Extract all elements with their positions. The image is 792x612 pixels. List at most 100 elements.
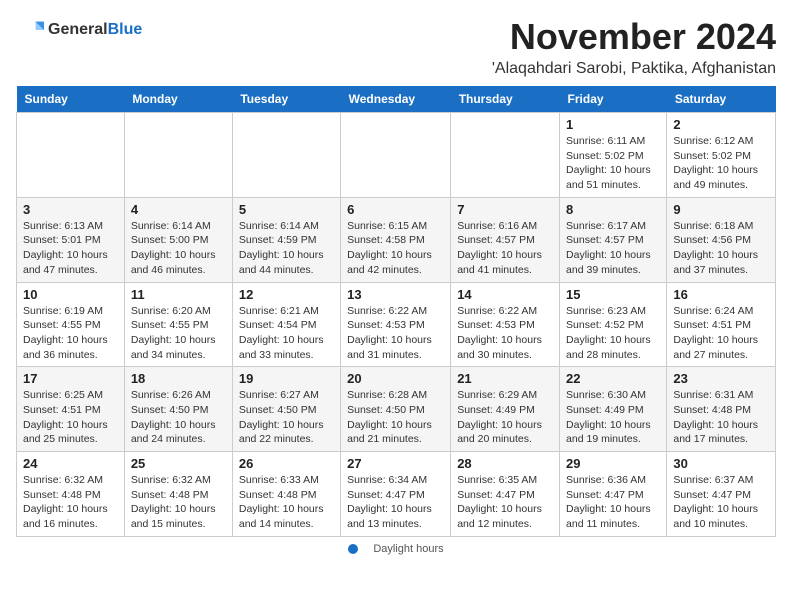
calendar-cell: 10 Sunrise: 6:19 AM Sunset: 4:55 PM Dayli… [17, 282, 125, 367]
daylight-label: Daylight hours [373, 543, 443, 555]
day-number: 25 [131, 456, 226, 471]
day-info: Sunrise: 6:30 AM Sunset: 4:49 PM Dayligh… [566, 388, 660, 447]
calendar-cell: 18Sunrise: 6:26 AM Sunset: 4:50 PM Dayli… [124, 367, 232, 452]
calendar-cell: 14Sunrise: 6:22 AM Sunset: 4:53 PM Dayli… [451, 282, 560, 367]
logo-blue: Blue [108, 21, 143, 38]
calendar-week-row: 17 Sunrise: 6:25 AM Sunset: 4:51 PM Dayli… [17, 367, 776, 452]
day-number: 22 [566, 371, 660, 386]
day-info: Sunrise: 6:13 AM Sunset: 5:01 PM Dayligh… [23, 219, 118, 278]
day-info: Sunrise: 6:17 AM Sunset: 4:57 PM Dayligh… [566, 219, 660, 278]
day-info: Sunrise: 6:14 AM Sunset: 5:00 PM Dayligh… [131, 219, 226, 278]
calendar-cell: 27Sunrise: 6:34 AM Sunset: 4:47 PM Dayli… [341, 452, 451, 537]
day-number: 3 [23, 202, 118, 217]
calendar-cell [124, 113, 232, 198]
day-number: 10 [23, 287, 118, 302]
weekday-header-friday: Friday [560, 86, 667, 113]
day-number: 15 [566, 287, 660, 302]
calendar-cell: 22 Sunrise: 6:30 AM Sunset: 4:49 PM Dayli… [560, 367, 667, 452]
day-number: 19 [239, 371, 334, 386]
day-info: Sunrise: 6:27 AM Sunset: 4:50 PM Dayligh… [239, 388, 334, 447]
weekday-header-sunday: Sunday [17, 86, 125, 113]
day-info: Sunrise: 6:23 AM Sunset: 4:52 PM Dayligh… [566, 304, 660, 363]
day-number: 21 [457, 371, 553, 386]
calendar-cell: 13 Sunrise: 6:22 AM Sunset: 4:53 PM Dayli… [341, 282, 451, 367]
calendar-cell: 30 Sunrise: 6:37 AM Sunset: 4:47 PM Dayli… [667, 452, 776, 537]
logo-text: GeneralBlue [48, 20, 142, 39]
weekday-header-monday: Monday [124, 86, 232, 113]
day-info: Sunrise: 6:32 AM Sunset: 4:48 PM Dayligh… [131, 473, 226, 532]
day-info: Sunrise: 6:22 AM Sunset: 4:53 PM Dayligh… [457, 304, 553, 363]
calendar-cell: 19 Sunrise: 6:27 AM Sunset: 4:50 PM Dayli… [232, 367, 340, 452]
calendar-cell: 23 Sunrise: 6:31 AM Sunset: 4:48 PM Dayli… [667, 367, 776, 452]
day-number: 11 [131, 287, 226, 302]
footer-note: Daylight hours [16, 543, 776, 555]
calendar-cell: 17 Sunrise: 6:25 AM Sunset: 4:51 PM Dayli… [17, 367, 125, 452]
day-number: 17 [23, 371, 118, 386]
calendar-cell: 1Sunrise: 6:11 AM Sunset: 5:02 PM Daylig… [560, 113, 667, 198]
day-info: Sunrise: 6:16 AM Sunset: 4:57 PM Dayligh… [457, 219, 553, 278]
location-title: 'Alaqahdari Sarobi, Paktika, Afghanistan [492, 60, 776, 78]
calendar-cell: 5Sunrise: 6:14 AM Sunset: 4:59 PM Daylig… [232, 197, 340, 282]
day-info: Sunrise: 6:25 AM Sunset: 4:51 PM Dayligh… [23, 388, 118, 447]
calendar-cell: 26Sunrise: 6:33 AM Sunset: 4:48 PM Dayli… [232, 452, 340, 537]
day-number: 24 [23, 456, 118, 471]
day-number: 12 [239, 287, 334, 302]
day-number: 13 [347, 287, 444, 302]
calendar-week-row: 10 Sunrise: 6:19 AM Sunset: 4:55 PM Dayli… [17, 282, 776, 367]
logo-icon [16, 16, 44, 44]
calendar-cell [232, 113, 340, 198]
calendar-cell: 3 Sunrise: 6:13 AM Sunset: 5:01 PM Daylig… [17, 197, 125, 282]
calendar-cell: 25 Sunrise: 6:32 AM Sunset: 4:48 PM Dayli… [124, 452, 232, 537]
day-number: 30 [673, 456, 769, 471]
day-number: 4 [131, 202, 226, 217]
day-info: Sunrise: 6:24 AM Sunset: 4:51 PM Dayligh… [673, 304, 769, 363]
day-info: Sunrise: 6:19 AM Sunset: 4:55 PM Dayligh… [23, 304, 118, 363]
day-number: 8 [566, 202, 660, 217]
calendar-cell [341, 113, 451, 198]
calendar-cell: 11 Sunrise: 6:20 AM Sunset: 4:55 PM Dayli… [124, 282, 232, 367]
day-number: 18 [131, 371, 226, 386]
weekday-header-wednesday: Wednesday [341, 86, 451, 113]
calendar-cell [451, 113, 560, 198]
calendar-cell [17, 113, 125, 198]
calendar-cell: 15 Sunrise: 6:23 AM Sunset: 4:52 PM Dayli… [560, 282, 667, 367]
day-number: 2 [673, 117, 769, 132]
day-info: Sunrise: 6:29 AM Sunset: 4:49 PM Dayligh… [457, 388, 553, 447]
calendar-week-row: 24 Sunrise: 6:32 AM Sunset: 4:48 PM Dayli… [17, 452, 776, 537]
logo: GeneralBlue [16, 16, 142, 44]
day-info: Sunrise: 6:21 AM Sunset: 4:54 PM Dayligh… [239, 304, 334, 363]
day-number: 9 [673, 202, 769, 217]
title-section: November 2024 'Alaqahdari Sarobi, Paktik… [492, 16, 776, 78]
day-number: 27 [347, 456, 444, 471]
day-info: Sunrise: 6:22 AM Sunset: 4:53 PM Dayligh… [347, 304, 444, 363]
day-number: 20 [347, 371, 444, 386]
calendar-cell: 12 Sunrise: 6:21 AM Sunset: 4:54 PM Dayli… [232, 282, 340, 367]
day-info: Sunrise: 6:31 AM Sunset: 4:48 PM Dayligh… [673, 388, 769, 447]
day-number: 16 [673, 287, 769, 302]
calendar-week-row: 1Sunrise: 6:11 AM Sunset: 5:02 PM Daylig… [17, 113, 776, 198]
day-info: Sunrise: 6:20 AM Sunset: 4:55 PM Dayligh… [131, 304, 226, 363]
calendar-cell: 6Sunrise: 6:15 AM Sunset: 4:58 PM Daylig… [341, 197, 451, 282]
day-info: Sunrise: 6:11 AM Sunset: 5:02 PM Dayligh… [566, 134, 660, 193]
day-info: Sunrise: 6:37 AM Sunset: 4:47 PM Dayligh… [673, 473, 769, 532]
weekday-header-saturday: Saturday [667, 86, 776, 113]
calendar-cell: 7 Sunrise: 6:16 AM Sunset: 4:57 PM Daylig… [451, 197, 560, 282]
weekday-header-row: SundayMondayTuesdayWednesdayThursdayFrid… [17, 86, 776, 113]
day-number: 7 [457, 202, 553, 217]
day-info: Sunrise: 6:36 AM Sunset: 4:47 PM Dayligh… [566, 473, 660, 532]
calendar-cell: 16 Sunrise: 6:24 AM Sunset: 4:51 PM Dayli… [667, 282, 776, 367]
daylight-dot [348, 544, 358, 554]
day-number: 23 [673, 371, 769, 386]
page-header: GeneralBlue November 2024 'Alaqahdari Sa… [16, 16, 776, 78]
calendar-cell: 4 Sunrise: 6:14 AM Sunset: 5:00 PM Daylig… [124, 197, 232, 282]
calendar-cell: 29Sunrise: 6:36 AM Sunset: 4:47 PM Dayli… [560, 452, 667, 537]
calendar-cell: 2 Sunrise: 6:12 AM Sunset: 5:02 PM Daylig… [667, 113, 776, 198]
calendar-cell: 21 Sunrise: 6:29 AM Sunset: 4:49 PM Dayli… [451, 367, 560, 452]
day-info: Sunrise: 6:15 AM Sunset: 4:58 PM Dayligh… [347, 219, 444, 278]
day-info: Sunrise: 6:18 AM Sunset: 4:56 PM Dayligh… [673, 219, 769, 278]
day-info: Sunrise: 6:33 AM Sunset: 4:48 PM Dayligh… [239, 473, 334, 532]
calendar-cell: 9 Sunrise: 6:18 AM Sunset: 4:56 PM Daylig… [667, 197, 776, 282]
calendar-cell: 20Sunrise: 6:28 AM Sunset: 4:50 PM Dayli… [341, 367, 451, 452]
day-info: Sunrise: 6:32 AM Sunset: 4:48 PM Dayligh… [23, 473, 118, 532]
day-info: Sunrise: 6:12 AM Sunset: 5:02 PM Dayligh… [673, 134, 769, 193]
